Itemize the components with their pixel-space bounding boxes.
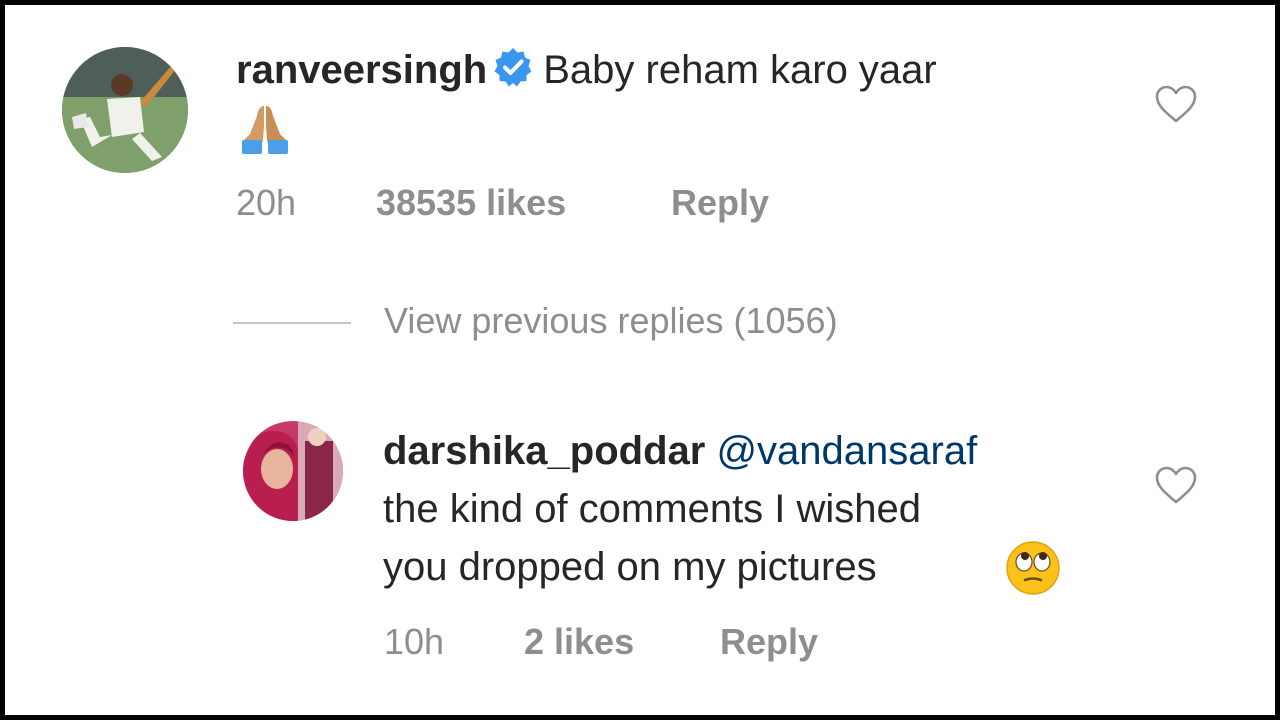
folded-hands-icon bbox=[236, 100, 294, 158]
replies-divider bbox=[233, 322, 351, 324]
mention-vandansaraf[interactable]: @vandansaraf bbox=[716, 429, 977, 473]
avatar-darshika-poddar[interactable] bbox=[243, 421, 343, 521]
face-with-rolling-eyes-icon bbox=[1005, 540, 1061, 596]
comment-1-likes[interactable]: 38535 likes bbox=[376, 182, 566, 223]
reply-button-2[interactable]: Reply bbox=[720, 621, 818, 662]
comment-2-time: 10h bbox=[384, 621, 445, 662]
comment-2-text-line-2: you dropped on my pictures bbox=[383, 545, 877, 589]
like-heart-icon[interactable] bbox=[1154, 84, 1198, 124]
comment-1-text: Baby reham karo yaar bbox=[543, 48, 937, 92]
username-ranveersingh[interactable]: ranveersingh bbox=[236, 48, 487, 92]
comment-2-line-1: darshika_poddar @vandansaraf bbox=[383, 422, 977, 480]
comment-2-text-line-1: the kind of comments I wished bbox=[383, 487, 922, 531]
reply-button[interactable]: Reply bbox=[671, 182, 769, 223]
comment-thread bbox=[5, 5, 1275, 715]
comment-2-likes-wrap: 2 likes bbox=[524, 621, 634, 663]
comment-1-meta: 20h bbox=[236, 182, 296, 224]
comment-2-line-3: you dropped on my pictures bbox=[383, 538, 877, 596]
comment-1-time: 20h bbox=[236, 182, 297, 223]
avatar-ranveersingh[interactable] bbox=[62, 47, 188, 173]
comment-1-line-1: ranveersingh Baby reham karo yaar bbox=[236, 41, 937, 103]
comment-2-meta: 10h bbox=[384, 621, 444, 663]
comment-2-reply-wrap: Reply bbox=[720, 621, 818, 663]
view-previous-replies-button[interactable]: View previous replies (1056) bbox=[384, 300, 838, 342]
comment-2-line-2: the kind of comments I wished bbox=[383, 480, 921, 538]
username-darshika-poddar[interactable]: darshika_poddar bbox=[383, 429, 705, 473]
comment-1-likes-wrap: 38535 likes bbox=[376, 182, 566, 224]
verified-badge-icon bbox=[493, 45, 533, 103]
comment-2-likes[interactable]: 2 likes bbox=[524, 621, 634, 662]
comment-1-reply-wrap: Reply bbox=[671, 182, 769, 224]
like-heart-icon-2[interactable] bbox=[1154, 465, 1198, 505]
